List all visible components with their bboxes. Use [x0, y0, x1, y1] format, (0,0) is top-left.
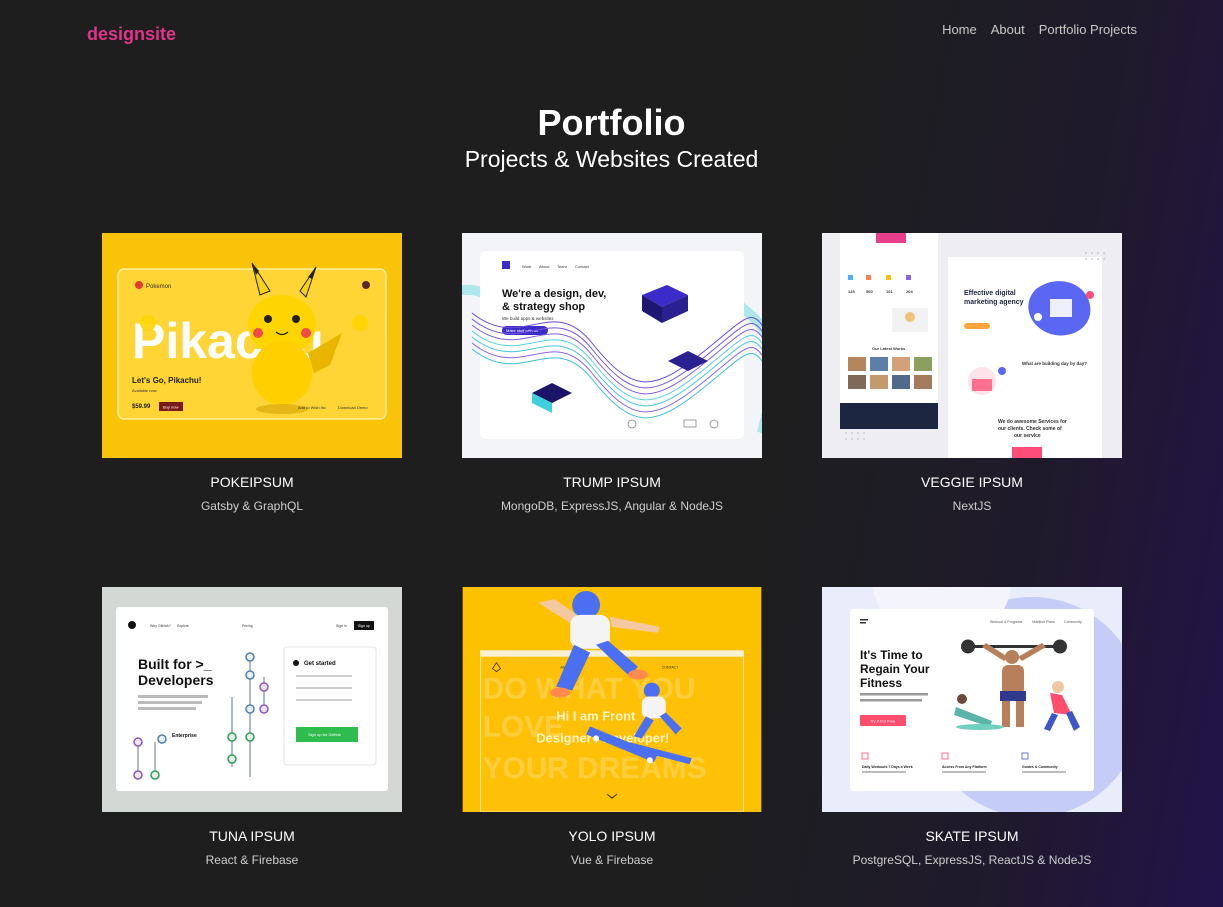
- project-card-yolo-ipsum: ABOUT CONTACT DO WHAT YOU LOVE YOUR DREA…: [462, 587, 762, 867]
- svg-text:101: 101: [886, 289, 893, 294]
- project-stack: Gatsby & GraphQL: [200, 499, 304, 513]
- project-stack: NextJS: [952, 499, 992, 513]
- svg-text:Enterprise: Enterprise: [172, 733, 197, 739]
- svg-text:Built for >_: Built for >_: [138, 656, 212, 672]
- svg-text:About: About: [539, 264, 550, 269]
- project-title: VEGGIE IPSUM: [921, 474, 1023, 490]
- svg-text:Access From Any Platform: Access From Any Platform: [942, 765, 987, 769]
- svg-text:We build apps & websites: We build apps & websites: [502, 316, 554, 321]
- svg-text:500: 500: [866, 289, 873, 294]
- project-thumbnail[interactable]: Work About Team Contact We're a design, …: [462, 233, 762, 458]
- svg-text:Pricing: Pricing: [242, 624, 253, 628]
- nav-about[interactable]: About: [991, 22, 1025, 37]
- svg-text:We do awesome Services for: We do awesome Services for: [998, 419, 1067, 425]
- pokeipsum-screenshot: Pokemon Pikachu Let's Go, Pikachu! Avail…: [102, 233, 402, 458]
- svg-text:CONTACT: CONTACT: [662, 666, 679, 670]
- yolo-ipsum-screenshot: ABOUT CONTACT DO WHAT YOU LOVE YOUR DREA…: [462, 587, 762, 812]
- svg-text:Hi I am Front: Hi I am Front: [556, 708, 636, 723]
- svg-text:Get started: Get started: [304, 661, 336, 667]
- svg-text:Add to Wish list: Add to Wish list: [298, 405, 326, 410]
- svg-text:Developers: Developers: [138, 672, 214, 688]
- svg-text:Let's Go, Pikachu!: Let's Go, Pikachu!: [132, 376, 201, 385]
- nav-portfolio-projects[interactable]: Portfolio Projects: [1039, 22, 1137, 37]
- project-title: TUNA IPSUM: [209, 828, 295, 844]
- svg-text:Daily Workouts 7 Days a Week: Daily Workouts 7 Days a Week: [862, 765, 913, 769]
- svg-text:What are building day by day?: What are building day by day?: [1022, 361, 1087, 366]
- project-thumbnail[interactable]: Pokemon Pikachu Let's Go, Pikachu! Avail…: [102, 233, 402, 458]
- hero: Portfolio Projects & Websites Created: [0, 102, 1223, 174]
- svg-text:Fitness: Fitness: [860, 676, 902, 690]
- svg-text:Explore: Explore: [177, 624, 189, 628]
- project-card-trump-ipsum: Work About Team Contact We're a design, …: [462, 233, 762, 513]
- project-thumbnail[interactable]: Workout & Programs Nutrition Plans Commu…: [822, 587, 1122, 812]
- page-title: Portfolio: [537, 102, 686, 143]
- svg-text:Workout & Programs: Workout & Programs: [990, 620, 1023, 624]
- svg-text:125: 125: [848, 289, 855, 294]
- svg-text:204: 204: [906, 289, 913, 294]
- project-thumbnail[interactable]: ABOUT CONTACT DO WHAT YOU LOVE YOUR DREA…: [462, 587, 762, 812]
- project-title: TRUMP IPSUM: [563, 474, 661, 490]
- svg-text:& strategy shop: & strategy shop: [502, 301, 585, 313]
- main-nav: Home About Portfolio Projects: [942, 22, 1137, 37]
- project-stack: React & Firebase: [205, 853, 299, 867]
- tuna-ipsum-screenshot: Why GitHub? Explore Pricing Sign in Sign…: [102, 587, 402, 812]
- svg-text:Why GitHub?: Why GitHub?: [150, 624, 171, 628]
- svg-text:Buy now: Buy now: [163, 405, 178, 410]
- project-stack: Vue & Firebase: [570, 853, 654, 867]
- svg-text:Our Latest Works: Our Latest Works: [872, 346, 906, 351]
- svg-text:Sign in: Sign in: [336, 624, 347, 628]
- svg-text:our clients. Check some of: our clients. Check some of: [998, 426, 1062, 432]
- svg-text:Pokemon: Pokemon: [146, 284, 171, 290]
- svg-text:Available now: Available now: [132, 388, 157, 393]
- project-title: YOLO IPSUM: [568, 828, 656, 844]
- svg-text:Guides & Community: Guides & Community: [1022, 765, 1058, 769]
- skate-ipsum-screenshot: Workout & Programs Nutrition Plans Commu…: [822, 587, 1122, 812]
- project-card-skate-ipsum: Workout & Programs Nutrition Plans Commu…: [822, 587, 1122, 867]
- project-thumbnail[interactable]: Why GitHub? Explore Pricing Sign in Sign…: [102, 587, 402, 812]
- svg-text:Sign up for GitHub: Sign up for GitHub: [308, 732, 342, 737]
- project-stack: PostgreSQL, ExpressJS, ReactJS & NodeJS: [852, 853, 1092, 867]
- project-thumbnail[interactable]: 125 500 101 204 Our Latest Works Effecti…: [822, 233, 1122, 458]
- veggie-ipsum-screenshot: 125 500 101 204 Our Latest Works Effecti…: [822, 233, 1122, 458]
- svg-text:Download Demo: Download Demo: [338, 405, 368, 410]
- svg-text:Team: Team: [557, 264, 567, 269]
- svg-text:Nutrition Plans: Nutrition Plans: [1032, 620, 1055, 624]
- svg-text:Community: Community: [1064, 620, 1082, 624]
- svg-text:Work: Work: [522, 264, 531, 269]
- project-card-pokeipsum: Pokemon Pikachu Let's Go, Pikachu! Avail…: [102, 233, 402, 513]
- svg-text:Regain Your: Regain Your: [860, 662, 930, 676]
- project-stack: MongoDB, ExpressJS, Angular & NodeJS: [500, 499, 724, 513]
- svg-text:$59.99: $59.99: [132, 404, 151, 410]
- svg-text:marketing agency: marketing agency: [964, 299, 1024, 306]
- svg-text:Contact: Contact: [575, 264, 590, 269]
- svg-text:Effective digital: Effective digital: [964, 290, 1016, 297]
- page-subtitle: Projects & Websites Created: [464, 146, 759, 172]
- nav-home[interactable]: Home: [942, 22, 977, 37]
- brand-logo[interactable]: designsite: [87, 24, 176, 45]
- project-title: SKATE IPSUM: [925, 828, 1019, 844]
- svg-text:Try It For Free: Try It For Free: [870, 719, 896, 724]
- project-card-tuna-ipsum: Why GitHub? Explore Pricing Sign in Sign…: [102, 587, 402, 867]
- trump-ipsum-screenshot: Work About Team Contact We're a design, …: [462, 233, 762, 458]
- project-card-veggie-ipsum: 125 500 101 204 Our Latest Works Effecti…: [822, 233, 1122, 513]
- svg-text:Sign up: Sign up: [358, 624, 370, 628]
- svg-text:We're a design, dev,: We're a design, dev,: [502, 288, 606, 300]
- svg-text:It's Time to: It's Time to: [860, 648, 923, 662]
- svg-text:our service: our service: [1014, 433, 1041, 439]
- project-title: POKEIPSUM: [210, 474, 294, 490]
